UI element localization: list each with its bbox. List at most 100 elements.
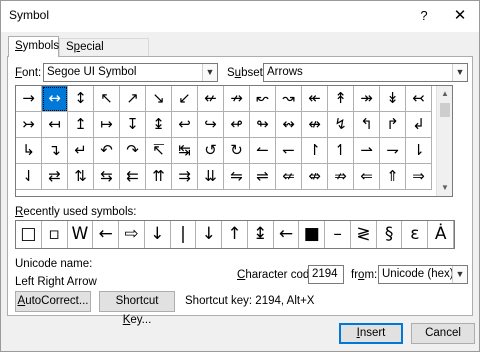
symbol-cell[interactable]: ↝ [276,86,302,112]
symbol-cell[interactable]: ↸ [146,138,172,164]
recent-symbol-cell[interactable]: ↓ [145,221,171,248]
recent-symbol-cell[interactable]: ← [93,221,120,248]
symbol-cell[interactable]: ↡ [380,86,406,112]
symbol-cell[interactable]: ⇂ [406,138,432,164]
symbol-cell[interactable]: ↣ [16,112,42,138]
symbol-cell[interactable]: ↬ [250,112,276,138]
symbol-cell[interactable]: ↗ [120,86,146,112]
symbol-cell[interactable]: ↛ [224,86,250,112]
symbol-cell[interactable]: ↢ [406,86,432,112]
symbol-cell[interactable]: ⇉ [172,164,198,190]
symbol-cell[interactable]: ↺ [198,138,224,164]
symbol-cell[interactable]: ↞ [302,86,328,112]
recent-symbol-cell[interactable]: ↨ [248,221,274,248]
symbol-cell[interactable]: ⇏ [328,164,354,190]
symbol-cell[interactable]: ⇒ [406,164,432,190]
recent-symbol-cell[interactable]: ε [402,221,429,248]
symbol-cell[interactable]: ↿ [328,138,354,164]
symbol-cell[interactable]: ⇍ [276,164,302,190]
symbol-cell[interactable]: ↨ [146,112,172,138]
symbol-cell[interactable]: ↯ [328,112,354,138]
recent-symbol-cell[interactable]: ↑ [222,221,248,248]
symbol-cell[interactable]: ↦ [94,112,120,138]
chevron-down-icon[interactable]: ▼ [202,64,217,81]
subset-select[interactable]: Arrows ▼ [263,63,468,82]
symbol-cell[interactable]: ⇌ [250,164,276,190]
recent-symbol-cell[interactable]: ≷ [351,221,377,248]
symbol-cell[interactable]: ↔ [42,86,68,112]
recent-symbol-cell[interactable]: | [171,221,197,248]
symbol-cell[interactable]: ↧ [120,112,146,138]
symbol-cell[interactable]: ↶ [94,138,120,164]
symbol-cell[interactable]: ⇐ [354,164,380,190]
symbol-cell[interactable]: ↚ [198,86,224,112]
symbol-cell[interactable]: ↼ [250,138,276,164]
insert-button[interactable]: Insert [339,323,403,344]
recent-symbol-cell[interactable]: – [325,221,351,248]
symbol-cell[interactable]: ↤ [42,112,68,138]
symbol-cell[interactable]: ↰ [354,112,380,138]
from-select[interactable]: Unicode (hex) ▼ [378,265,468,284]
symbol-cell[interactable]: ⇁ [380,138,406,164]
symbol-cell[interactable]: ↠ [354,86,380,112]
recent-symbol-cell[interactable]: § [377,221,403,248]
symbol-cell[interactable]: ↮ [302,112,328,138]
cancel-button[interactable]: Cancel [411,323,475,344]
symbol-cell[interactable]: ↵ [68,138,94,164]
autocorrect-button[interactable]: AutoCorrect... [15,291,91,312]
symbol-cell[interactable]: ↙ [172,86,198,112]
symbol-cell[interactable]: ↲ [406,112,432,138]
symbol-cell[interactable]: ⇃ [16,164,42,190]
symbol-cell[interactable]: ↕ [68,86,94,112]
symbol-cell[interactable]: ↜ [250,86,276,112]
recent-symbol-cell[interactable]: Ȧ [428,221,455,248]
symbol-cell[interactable]: ↴ [42,138,68,164]
scroll-up-icon[interactable]: ▲ [437,86,453,102]
recent-symbol-cell[interactable]: W [68,221,94,248]
symbol-cell[interactable]: ⇆ [94,164,120,190]
recent-symbol-cell[interactable]: ■ [299,221,326,248]
symbol-cell[interactable]: ⇈ [146,164,172,190]
symbol-cell[interactable]: ↟ [328,86,354,112]
recent-symbol-cell[interactable]: ← [274,221,300,248]
symbol-cell[interactable]: ↪ [198,112,224,138]
symbol-cell[interactable]: ⇅ [68,164,94,190]
symbol-cell[interactable]: ⇊ [198,164,224,190]
chevron-down-icon[interactable]: ▼ [452,64,467,81]
symbol-cell[interactable]: ⇄ [42,164,68,190]
symbol-cell[interactable]: ↫ [224,112,250,138]
symbol-cell[interactable]: ⇀ [354,138,380,164]
symbol-cell[interactable]: ⇑ [380,164,406,190]
symbol-cell[interactable]: ↾ [302,138,328,164]
symbol-cell[interactable]: ↥ [68,112,94,138]
recent-symbol-cell[interactable]: ▫ [42,221,68,248]
symbol-cell[interactable]: ↳ [16,138,42,164]
symbol-cell[interactable]: ↽ [276,138,302,164]
scroll-down-icon[interactable]: ▼ [437,180,453,196]
symbol-cell[interactable]: ⇋ [224,164,250,190]
symbol-cell[interactable]: ↷ [120,138,146,164]
char-code-input[interactable]: 2194 [308,265,344,284]
symbol-cell[interactable]: ↩ [172,112,198,138]
scroll-thumb[interactable] [440,103,450,117]
recent-symbol-cell[interactable]: □ [16,221,42,248]
tab-special-characters[interactable]: Special Characters [59,38,149,70]
symbol-cell[interactable]: → [16,86,42,112]
symbol-grid-scrollbar[interactable]: ▲ ▼ [436,86,452,196]
symbol-cell[interactable]: ↱ [380,112,406,138]
close-button[interactable]: ✕ [445,5,475,27]
font-select[interactable]: Segoe UI Symbol ▼ [43,63,218,82]
symbol-cell[interactable]: ↘ [146,86,172,112]
tab-symbols[interactable]: Symbols [8,36,59,57]
chevron-down-icon[interactable]: ▼ [452,266,467,283]
shortcut-key-button[interactable]: Shortcut Key... [99,291,175,326]
symbol-cell[interactable]: ↖ [94,86,120,112]
recent-symbol-cell[interactable]: ↓ [196,221,223,248]
symbol-cell[interactable]: ↻ [224,138,250,164]
symbol-cell[interactable]: ↹ [172,138,198,164]
help-button[interactable]: ? [409,5,439,27]
recent-symbol-cell[interactable]: ⇨ [119,221,145,248]
symbol-cell[interactable]: ⇇ [120,164,146,190]
symbol-cell[interactable]: ↭ [276,112,302,138]
symbol-cell[interactable]: ⇎ [302,164,328,190]
